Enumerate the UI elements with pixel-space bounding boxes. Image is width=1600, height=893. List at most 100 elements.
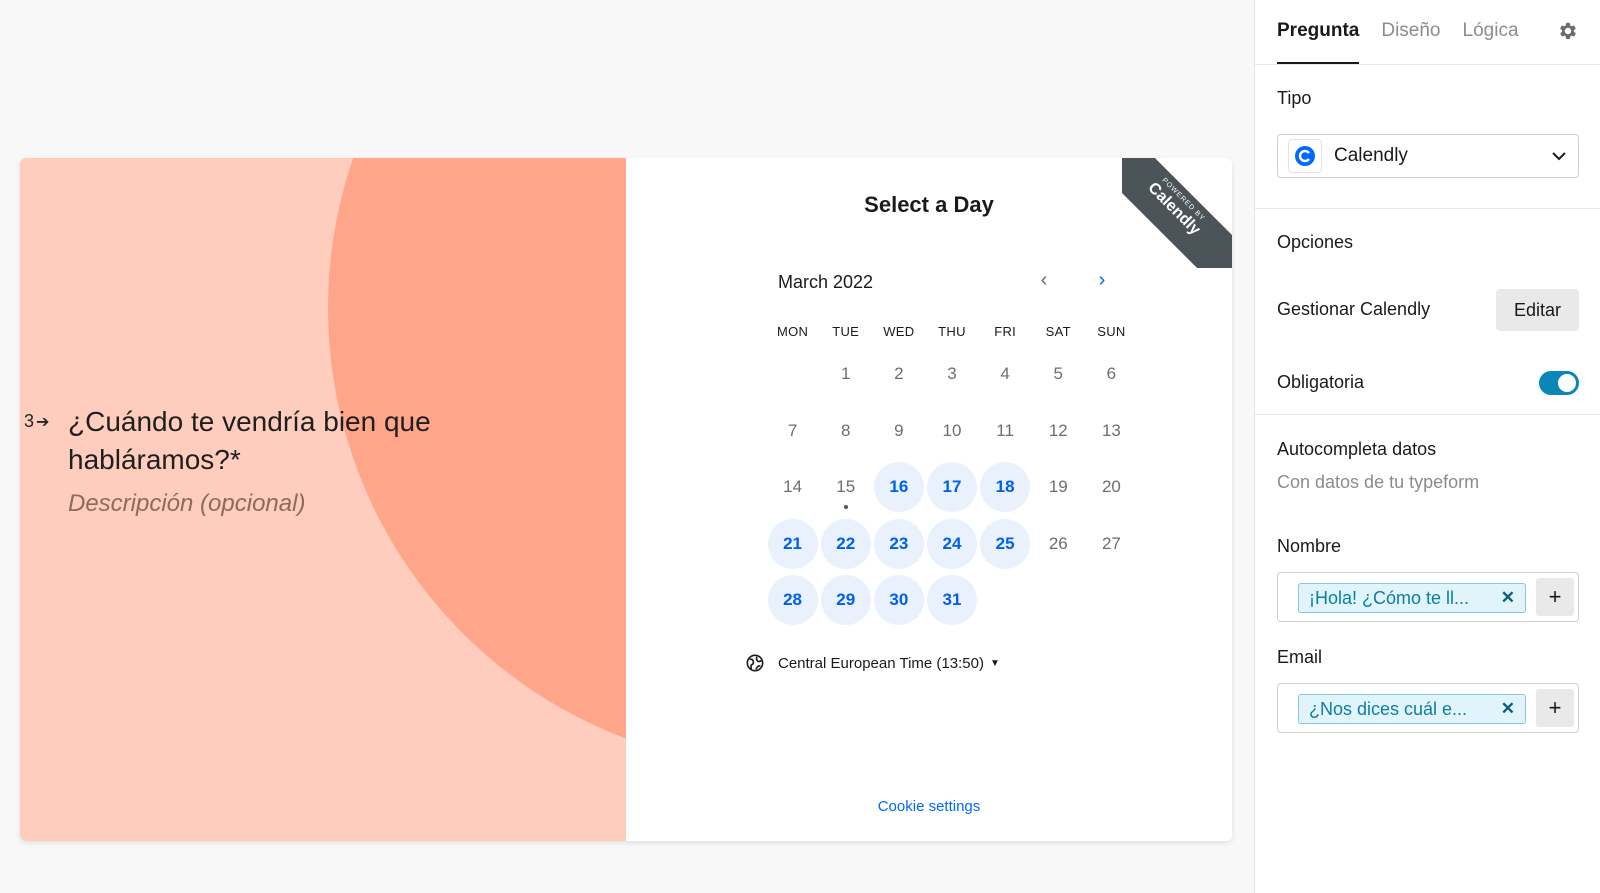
tab-logica[interactable]: Lógica xyxy=(1463,0,1519,64)
calendar-day: 10 xyxy=(942,420,962,440)
required-label: Obligatoria xyxy=(1277,372,1365,392)
calendar-day-number: 17 xyxy=(926,462,977,513)
calendar-day: 27 xyxy=(1101,533,1121,553)
question-description[interactable]: Descripción (opcional) xyxy=(68,490,305,518)
calendar-day-number: 25 xyxy=(980,518,1031,569)
autofill-sublabel: Con datos de tu typeform xyxy=(1277,472,1480,492)
calendar-day-available[interactable]: 31 xyxy=(925,574,978,626)
chevron-right-icon[interactable]: › xyxy=(1090,268,1114,292)
question-title[interactable]: ¿Cuándo te vendría bien que habláramos?* xyxy=(68,403,498,479)
gear-icon[interactable] xyxy=(1557,20,1579,42)
cookie-settings-link[interactable]: Cookie settings xyxy=(626,798,1232,815)
toggle-knob xyxy=(1558,374,1576,392)
form-preview-card: 3 ➔ ¿Cuándo te vendría bien que habláram… xyxy=(20,158,1232,841)
calendar-day-available[interactable]: 24 xyxy=(925,518,978,570)
email-mapping-field[interactable]: ¿Nos dices cuál e... ✕ + xyxy=(1277,683,1579,733)
calendar-day-available[interactable]: 29 xyxy=(819,574,872,626)
weekday-thu: THU xyxy=(938,324,966,339)
close-icon[interactable]: ✕ xyxy=(1501,588,1515,608)
chevron-down-icon xyxy=(1552,152,1566,161)
calendar-day-number: 29 xyxy=(820,575,871,626)
chevron-left-icon[interactable]: ‹ xyxy=(1032,268,1056,292)
type-label: Tipo xyxy=(1277,88,1312,108)
calendar-day: 2 xyxy=(894,364,904,384)
question-number: 3 ➔ xyxy=(24,411,49,432)
email-chip-text: ¿Nos dices cuál e... xyxy=(1309,698,1468,719)
calendar-day-empty xyxy=(979,574,1032,626)
calendar-day: 12 xyxy=(1048,420,1068,440)
calendar-day-available[interactable]: 17 xyxy=(925,461,978,513)
divider xyxy=(1255,414,1600,415)
required-toggle[interactable] xyxy=(1539,371,1579,395)
calendar-day-empty xyxy=(1085,574,1138,626)
divider xyxy=(1255,64,1600,65)
calendar-day-available[interactable]: 23 xyxy=(872,518,925,570)
calendar-day-available[interactable]: 16 xyxy=(872,461,925,513)
timezone-selector[interactable]: Central European Time (13:50) ▼ xyxy=(746,654,1000,672)
calendar-month: March 2022 xyxy=(778,272,874,292)
calendar-day-empty xyxy=(1032,574,1085,626)
calendar-day-available[interactable]: 21 xyxy=(766,518,819,570)
calendar-day: 5 xyxy=(1053,364,1063,384)
name-variable-chip[interactable]: ¡Hola! ¿Cómo te ll... ✕ xyxy=(1298,583,1526,613)
arrow-right-icon: ➔ xyxy=(36,413,50,431)
calendar-day-available[interactable]: 25 xyxy=(979,518,1032,570)
calendar-week: 28 29 30 31 xyxy=(766,572,1138,629)
calendar-day-number: 23 xyxy=(873,518,924,569)
calendar-title: Select a Day xyxy=(864,192,994,217)
question-panel: 3 ➔ ¿Cuándo te vendría bien que habláram… xyxy=(20,158,626,841)
weekday-tue: TUE xyxy=(832,324,860,339)
add-name-variable-button[interactable]: + xyxy=(1536,578,1574,616)
autofill-label: Autocompleta datos xyxy=(1277,439,1437,459)
weekday-fri: FRI xyxy=(994,324,1017,339)
calendar-day: 15 xyxy=(819,461,872,513)
calendar-day-number: 28 xyxy=(767,575,818,626)
calendar-day: 1 xyxy=(840,364,851,384)
calendar-day-number: 16 xyxy=(873,462,924,513)
calendar-day: 11 xyxy=(996,420,1014,440)
calendar-grid: 1 2 3 4 5 6 7 8 9 10 11 12 13 14 15 16 17 18 19 20 21 22 23 24 2… xyxy=(766,346,1138,629)
calendar-day-available[interactable]: 30 xyxy=(872,574,925,626)
divider xyxy=(1255,208,1600,209)
calendar-day: 8 xyxy=(840,420,851,440)
question-type-select[interactable]: Calendly xyxy=(1277,134,1579,178)
calendar-day-number: 24 xyxy=(926,518,977,569)
weekday-sat: SAT xyxy=(1045,324,1071,339)
calendar-day-available[interactable]: 22 xyxy=(819,518,872,570)
calendar-day-number: 21 xyxy=(767,518,818,569)
weekday-mon: MON xyxy=(776,324,809,339)
plus-icon: + xyxy=(1548,695,1562,720)
calendar-day: 9 xyxy=(894,420,904,440)
question-number-label: 3 xyxy=(24,411,35,431)
calendar-day: 4 xyxy=(1000,364,1010,384)
calendar-day-available[interactable]: 28 xyxy=(766,574,819,626)
calendar-day: 26 xyxy=(1048,533,1068,553)
weekday-sun: SUN xyxy=(1097,324,1126,339)
plus-icon: + xyxy=(1548,584,1562,609)
calendar-week: 1 2 3 4 5 6 xyxy=(766,346,1138,403)
name-chip-text: ¡Hola! ¿Cómo te ll... xyxy=(1309,587,1470,608)
calendly-logo-icon xyxy=(1288,139,1322,173)
name-field-label: Nombre xyxy=(1277,536,1342,556)
name-mapping-field[interactable]: ¡Hola! ¿Cómo te ll... ✕ + xyxy=(1277,572,1579,622)
tab-pregunta[interactable]: Pregunta xyxy=(1277,0,1360,64)
email-field-label: Email xyxy=(1277,647,1323,667)
globe-icon xyxy=(746,654,764,672)
calendar-day-number: 18 xyxy=(980,462,1031,513)
close-icon[interactable]: ✕ xyxy=(1501,699,1515,719)
edit-calendly-button[interactable]: Editar xyxy=(1496,289,1579,331)
weekday-header: MON TUE WED THU FRI SAT SUN xyxy=(766,324,1138,339)
calendar-day: 20 xyxy=(1101,477,1121,497)
calendar-day-available[interactable]: 18 xyxy=(979,461,1032,513)
calendar-day-number: 31 xyxy=(926,575,977,626)
email-variable-chip[interactable]: ¿Nos dices cuál e... ✕ xyxy=(1298,694,1526,724)
calendar-day-empty xyxy=(766,348,819,400)
calendar-week: 21 22 23 24 25 26 27 xyxy=(766,516,1138,573)
settings-sidebar: Pregunta Diseño Lógica Tipo Calendly Opc… xyxy=(1254,0,1600,893)
manage-calendly-label: Gestionar Calendly xyxy=(1277,299,1431,319)
calendar-day-number: 30 xyxy=(873,575,924,626)
tab-diseno[interactable]: Diseño xyxy=(1381,0,1440,64)
calendar-week: 7 8 9 10 11 12 13 xyxy=(766,403,1138,460)
calendly-widget: POWERED BY Calendly Select a Day March 2… xyxy=(626,158,1232,841)
add-email-variable-button[interactable]: + xyxy=(1536,689,1574,727)
